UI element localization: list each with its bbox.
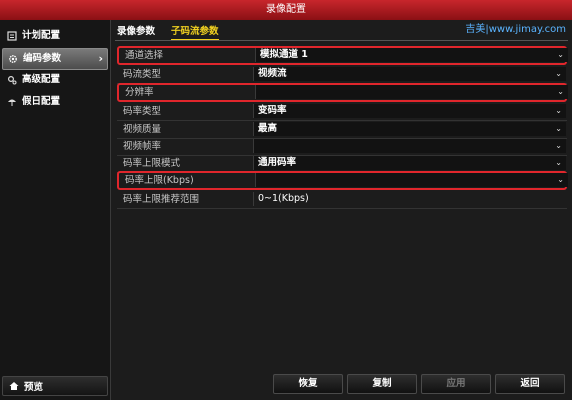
sidebar-item-encoding[interactable]: 编码参数 › bbox=[2, 48, 108, 70]
preview-label: 预览 bbox=[24, 382, 44, 393]
row-stream-type: 码流类型 视频流 ⌄ bbox=[117, 66, 567, 84]
select-value: 通用码率 bbox=[258, 157, 297, 168]
row-resolution: 分辨率 ⌄ bbox=[117, 83, 568, 102]
channel-select[interactable]: 模拟通道 1 ⌄ bbox=[255, 48, 568, 62]
stream-type-select[interactable]: 视频流 ⌄ bbox=[253, 67, 566, 81]
apply-button[interactable]: 应用 bbox=[421, 374, 491, 394]
row-label: 视频帧率 bbox=[123, 141, 162, 152]
tab-substream-params[interactable]: 子码流参数 bbox=[171, 25, 219, 40]
divider bbox=[115, 40, 568, 41]
row-label: 码率上限(Kbps) bbox=[125, 175, 194, 186]
sidebar: 计划配置 编码参数 › 高级配置 假日配置 预览 bbox=[0, 20, 111, 400]
resolution-select[interactable]: ⌄ bbox=[255, 85, 568, 99]
bitrate-limit-select[interactable]: ⌄ bbox=[255, 173, 568, 187]
restore-button[interactable]: 恢复 bbox=[273, 374, 343, 394]
video-quality-select[interactable]: 最高 ⌄ bbox=[253, 122, 566, 136]
row-label: 码流类型 bbox=[123, 69, 162, 80]
sidebar-item-advanced[interactable]: 高级配置 bbox=[2, 70, 106, 90]
chevron-down-icon: ⌄ bbox=[555, 106, 562, 115]
sidebar-item-label: 编码参数 bbox=[23, 53, 62, 64]
preview-button[interactable]: 预览 bbox=[2, 376, 108, 396]
select-value: 最高 bbox=[258, 123, 278, 134]
range-text: 0~1(Kbps) bbox=[258, 193, 309, 204]
row-video-quality: 视频质量 最高 ⌄ bbox=[117, 121, 567, 139]
back-button[interactable]: 返回 bbox=[495, 374, 565, 394]
row-channel-select: 通道选择 模拟通道 1 ⌄ bbox=[117, 46, 568, 65]
chevron-down-icon: ⌄ bbox=[555, 69, 562, 78]
row-label: 码率上限模式 bbox=[123, 158, 181, 169]
main-panel: 录像参数 子码流参数 吉美|www.jimay.com 通道选择 模拟通道 1 … bbox=[111, 20, 572, 400]
row-bitrate-limit: 码率上限(Kbps) ⌄ bbox=[117, 171, 568, 190]
schedule-icon bbox=[7, 31, 17, 41]
bitrate-limit-mode-select[interactable]: 通用码率 ⌄ bbox=[253, 156, 566, 170]
frame-rate-select[interactable]: ⌄ bbox=[253, 139, 566, 153]
row-frame-rate: 视频帧率 ⌄ bbox=[117, 138, 567, 156]
chevron-down-icon: ⌄ bbox=[557, 175, 564, 184]
select-value: 模拟通道 1 bbox=[260, 49, 308, 60]
row-bitrate-type: 码率类型 变码率 ⌄ bbox=[117, 103, 567, 121]
chevron-down-icon: ⌄ bbox=[555, 124, 562, 133]
chevron-down-icon: ⌄ bbox=[555, 158, 562, 167]
row-label: 通道选择 bbox=[125, 50, 164, 61]
copy-button[interactable]: 复制 bbox=[347, 374, 417, 394]
chevron-down-icon: ⌄ bbox=[555, 141, 562, 150]
row-label: 分辨率 bbox=[125, 87, 154, 98]
bitrate-type-select[interactable]: 变码率 ⌄ bbox=[253, 104, 566, 118]
tab-record-params[interactable]: 录像参数 bbox=[117, 25, 155, 39]
chevron-right-icon: › bbox=[98, 52, 103, 65]
gear-icon bbox=[8, 54, 18, 64]
home-icon bbox=[9, 381, 19, 391]
select-value: 视频流 bbox=[258, 68, 287, 79]
row-bitrate-recommended-range: 码率上限推荐范围 0~1(Kbps) bbox=[117, 191, 567, 209]
sidebar-item-label: 计划配置 bbox=[22, 30, 61, 41]
advanced-settings-icon bbox=[7, 75, 17, 85]
chevron-down-icon: ⌄ bbox=[557, 87, 564, 96]
select-value: 变码率 bbox=[258, 105, 287, 116]
sidebar-item-label: 假日配置 bbox=[22, 96, 61, 107]
row-label: 视频质量 bbox=[123, 124, 162, 135]
row-label: 码率类型 bbox=[123, 106, 162, 117]
sidebar-item-holiday[interactable]: 假日配置 bbox=[2, 92, 106, 112]
window-title: 录像配置 bbox=[0, 0, 572, 21]
sidebar-item-schedule[interactable]: 计划配置 bbox=[2, 26, 106, 46]
chevron-down-icon: ⌄ bbox=[557, 50, 564, 59]
watermark: 吉美|www.jimay.com bbox=[465, 24, 566, 35]
row-label: 码率上限推荐范围 bbox=[123, 194, 200, 205]
recommended-range-value: 0~1(Kbps) bbox=[253, 192, 566, 206]
umbrella-icon bbox=[7, 97, 17, 107]
sidebar-item-label: 高级配置 bbox=[22, 74, 61, 85]
